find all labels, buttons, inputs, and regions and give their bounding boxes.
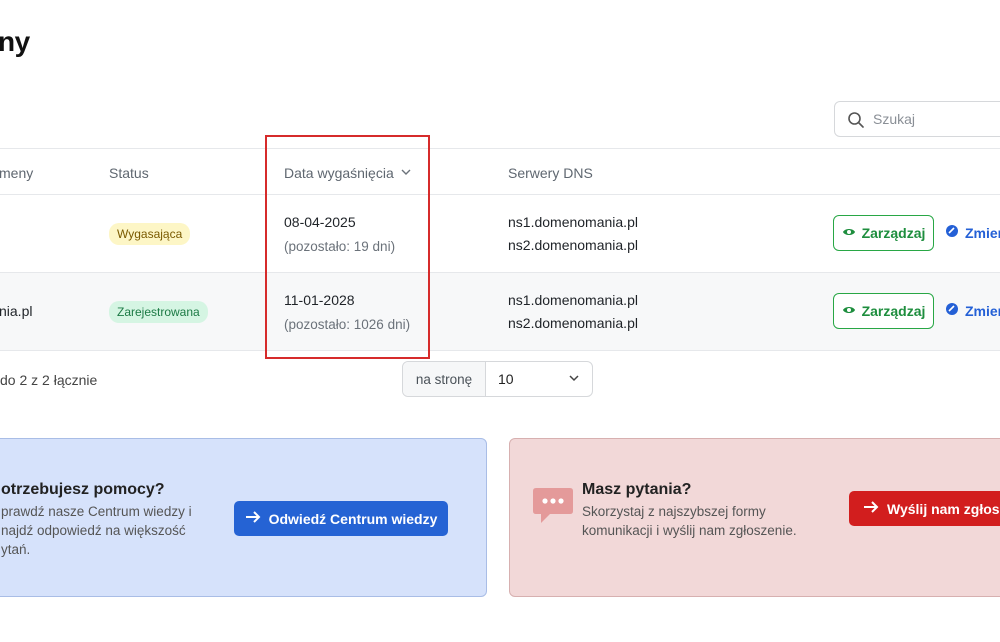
dns-server-1: ns1.domenomania.pl bbox=[508, 292, 638, 308]
column-header-dns[interactable]: Serwery DNS bbox=[508, 165, 593, 181]
domain-name[interactable]: nia.pl bbox=[0, 303, 32, 319]
send-ticket-button[interactable]: Wyślij nam zgłoszenie bbox=[849, 491, 1000, 526]
contact-card-line-1: Skorzystaj z najszybszej formy bbox=[582, 504, 766, 519]
expiry-date: 11-01-2028 bbox=[284, 292, 355, 308]
search-icon bbox=[847, 111, 865, 129]
per-page-select[interactable]: na stronę 10 bbox=[402, 361, 593, 397]
dns-server-2: ns2.domenomania.pl bbox=[508, 315, 638, 331]
change-button[interactable]: Zmień bbox=[945, 224, 1000, 241]
manage-button-label: Zarządzaj bbox=[861, 225, 926, 241]
table-header: meny Status Data wygaśnięcia Serwery DNS bbox=[0, 148, 1000, 195]
arrow-right-icon bbox=[863, 500, 879, 517]
per-page-label: na stronę bbox=[403, 362, 486, 396]
contact-card-line-2: komunikacji i wyślij nam zgłoszenie. bbox=[582, 523, 797, 538]
manage-button[interactable]: Zarządzaj bbox=[833, 293, 934, 329]
manage-button[interactable]: Zarządzaj bbox=[833, 215, 934, 251]
chevron-down-icon bbox=[400, 165, 412, 181]
help-card-line-1: prawdź nasze Centrum wiedzy i bbox=[1, 504, 192, 519]
pagination-info: do 2 z 2 łącznie bbox=[0, 372, 98, 388]
chat-bubble-icon bbox=[532, 486, 574, 531]
expiry-remaining: (pozostało: 1026 dni) bbox=[284, 317, 411, 332]
arrow-right-icon bbox=[245, 510, 261, 527]
search-input[interactable] bbox=[873, 102, 1000, 136]
per-page-value: 10 bbox=[498, 371, 514, 387]
column-header-expiry[interactable]: Data wygaśnięcia bbox=[284, 165, 412, 181]
help-card-line-3: ytań. bbox=[1, 542, 31, 557]
knowledge-center-button-label: Odwiedź Centrum wiedzy bbox=[268, 510, 438, 527]
column-header-expiry-label: Data wygaśnięcia bbox=[284, 165, 394, 181]
eye-icon bbox=[842, 225, 856, 242]
change-button-label: Zmień bbox=[965, 224, 1000, 241]
change-button-label: Zmień bbox=[965, 302, 1000, 319]
table-row: Wygasająca 08-04-2025 (pozostało: 19 dni… bbox=[0, 195, 1000, 273]
chevron-down-icon bbox=[568, 371, 580, 387]
domains-table: meny Status Data wygaśnięcia Serwery DNS… bbox=[0, 148, 1000, 351]
status-badge: Zarejestrowana bbox=[109, 301, 208, 323]
contact-card: Masz pytania? Skorzystaj z najszybszej f… bbox=[509, 438, 1000, 597]
page-title: ny bbox=[0, 26, 30, 57]
search-box[interactable] bbox=[834, 101, 1000, 137]
help-card: otrzebujesz pomocy? prawdź nasze Centrum… bbox=[0, 438, 487, 597]
column-header-status[interactable]: Status bbox=[109, 165, 149, 181]
help-card-line-2: najdź odpowiedź na większość bbox=[1, 523, 186, 538]
column-header-name[interactable]: meny bbox=[0, 165, 33, 181]
dns-server-1: ns1.domenomania.pl bbox=[508, 214, 638, 230]
eye-icon bbox=[842, 303, 856, 320]
send-ticket-button-label: Wyślij nam zgłoszenie bbox=[887, 500, 1000, 517]
change-icon bbox=[945, 224, 959, 241]
table-row: nia.pl Zarejestrowana 11-01-2028 (pozost… bbox=[0, 273, 1000, 351]
knowledge-center-button[interactable]: Odwiedź Centrum wiedzy bbox=[234, 501, 448, 536]
change-icon bbox=[945, 302, 959, 319]
status-badge: Wygasająca bbox=[109, 223, 191, 245]
contact-card-title: Masz pytania? bbox=[582, 481, 692, 498]
dns-server-2: ns2.domenomania.pl bbox=[508, 237, 638, 253]
help-card-title: otrzebujesz pomocy? bbox=[1, 481, 165, 498]
expiry-date: 08-04-2025 bbox=[284, 214, 356, 230]
expiry-remaining: (pozostało: 19 dni) bbox=[284, 239, 396, 254]
change-button[interactable]: Zmień bbox=[945, 302, 1000, 319]
per-page-dropdown[interactable]: 10 bbox=[486, 362, 592, 396]
manage-button-label: Zarządzaj bbox=[861, 303, 926, 319]
